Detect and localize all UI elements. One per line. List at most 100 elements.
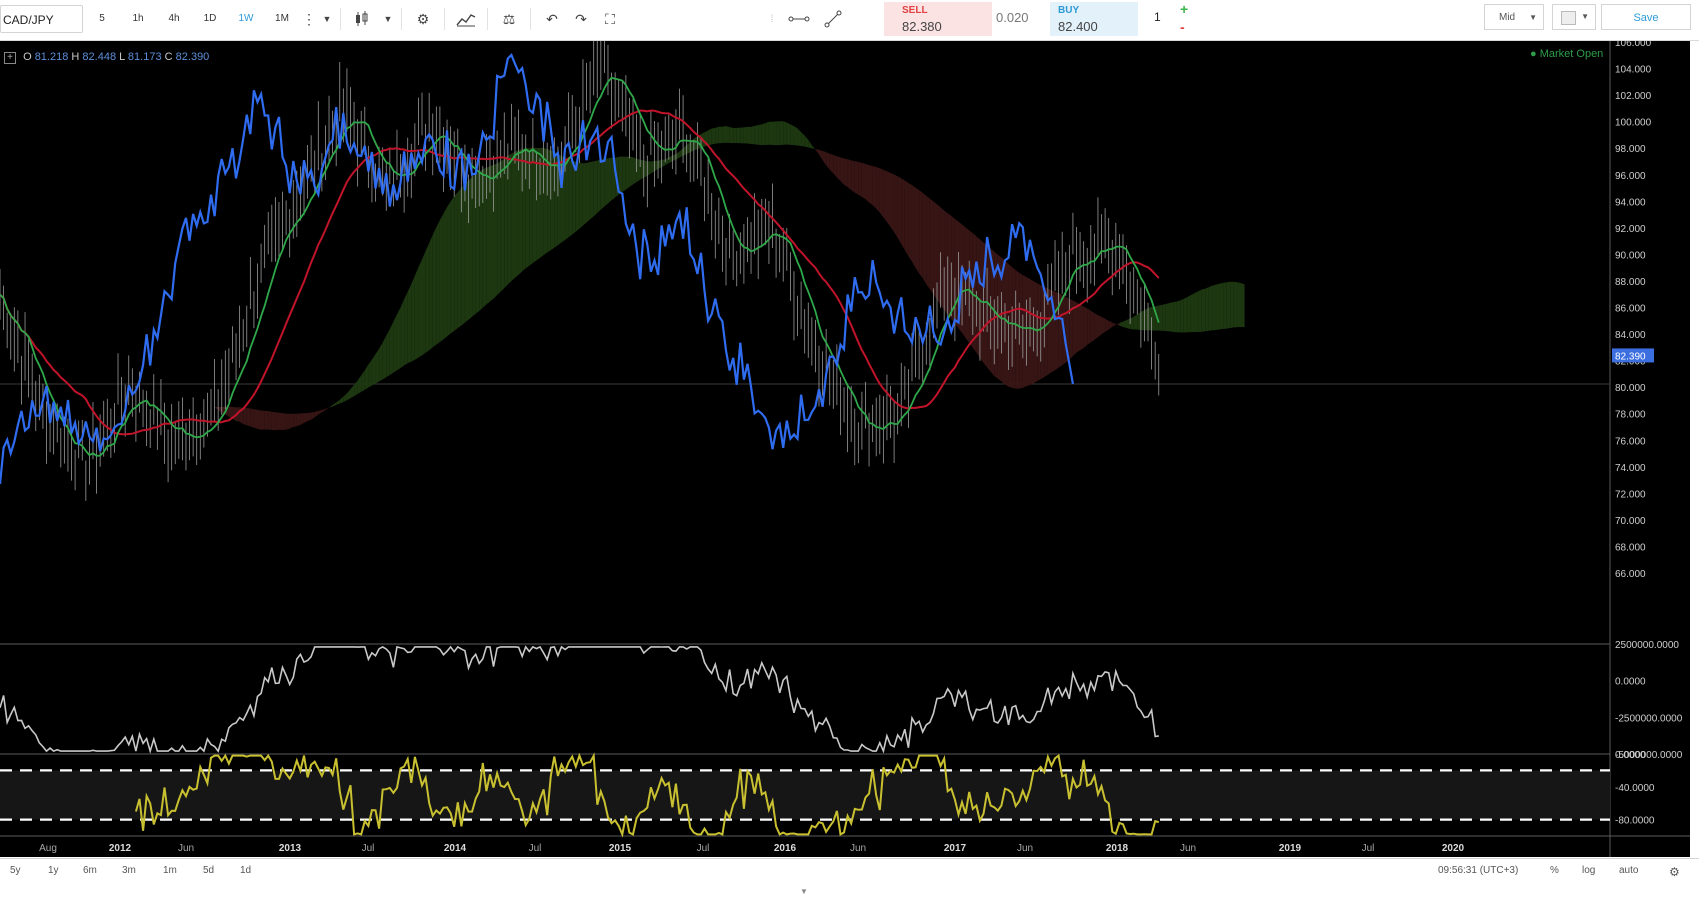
cloud-segment	[966, 227, 970, 342]
range-5d[interactable]: 5d	[203, 865, 214, 876]
price-type-select[interactable]: Mid ▼	[1484, 4, 1544, 30]
cloud-segment	[1034, 281, 1038, 383]
cloud-segment	[826, 152, 830, 169]
horizontal-line-icon[interactable]	[782, 5, 816, 33]
chevron-down-icon[interactable]: ▼	[318, 5, 336, 33]
price-tick-label: 88.000	[1615, 277, 1646, 288]
range-5y[interactable]: 5y	[10, 865, 21, 876]
cloud-segment	[433, 227, 437, 347]
timeframe-1h[interactable]: 1h	[120, 5, 156, 33]
quantity-increase-button[interactable]: +	[1180, 1, 1188, 17]
spread-value: 0.020	[996, 10, 1029, 25]
fullscreen-icon[interactable]: ⛶	[593, 5, 627, 33]
sell-button[interactable]: SELL 82.380	[884, 2, 992, 36]
timeframe-4h[interactable]: 4h	[156, 5, 192, 33]
symbol-selector[interactable]: CAD/JPY	[0, 5, 83, 33]
cloud-segment	[948, 213, 952, 319]
cloud-segment	[901, 178, 905, 250]
cloud-segment	[1016, 270, 1020, 389]
cloud-segment	[1076, 302, 1080, 352]
compare-scale-icon[interactable]: ⚖	[492, 5, 526, 33]
auto-scale-toggle[interactable]: auto	[1619, 865, 1638, 876]
cloud-segment	[161, 391, 165, 393]
cloud-segment	[1191, 293, 1195, 332]
time-tick-label: 2015	[609, 843, 632, 854]
undo-icon[interactable]: ↶	[535, 5, 569, 33]
gear-icon[interactable]: ⚙	[1669, 865, 1680, 879]
price-tick-label: 102.000	[1615, 91, 1652, 102]
save-button[interactable]: Save	[1601, 4, 1691, 30]
range-3m[interactable]: 3m	[122, 865, 136, 876]
cloud-segment	[501, 159, 505, 292]
cloud-segment	[136, 365, 140, 370]
cloud-segment	[215, 407, 219, 410]
log-scale-toggle[interactable]: log	[1582, 865, 1595, 876]
cloud-segment	[318, 410, 322, 415]
timeframe-1d[interactable]: 1D	[192, 5, 228, 33]
cloud-segment	[279, 413, 283, 430]
cloud-segment	[247, 408, 251, 427]
timeframe-1w[interactable]: 1W	[228, 5, 264, 33]
range-6m[interactable]: 6m	[83, 865, 97, 876]
more-icon[interactable]: ⋮	[300, 5, 318, 33]
cloud-segment	[1087, 309, 1091, 345]
redo-icon[interactable]: ↷	[569, 5, 593, 33]
cloud-segment	[1141, 310, 1145, 330]
cloud-segment	[297, 413, 301, 426]
cloud-segment	[440, 214, 444, 342]
range-1d[interactable]: 1d	[240, 865, 251, 876]
cloud-segment	[454, 192, 458, 331]
cloud-segment	[722, 126, 726, 143]
cloud-segment	[329, 405, 333, 408]
timeframe-5[interactable]: 5	[84, 5, 120, 33]
collapse-icon[interactable]: +	[4, 52, 16, 64]
cloud-segment	[379, 342, 383, 381]
cloud-segment	[1148, 307, 1152, 330]
cloud-segment	[898, 176, 902, 244]
gear-icon[interactable]: ⚙	[406, 5, 440, 33]
candles-icon[interactable]	[345, 5, 379, 33]
cloud-segment	[336, 400, 340, 405]
chart-type-dropdown-icon[interactable]: ▼	[379, 5, 397, 33]
cloud-segment	[844, 158, 848, 187]
range-1y[interactable]: 1y	[48, 865, 59, 876]
cloud-segment	[125, 351, 129, 355]
cloud-segment	[1123, 320, 1127, 328]
cloud-segment	[776, 121, 780, 145]
cloud-segment	[680, 148, 684, 157]
cloud-segment	[908, 183, 912, 262]
cloud-segment	[672, 154, 676, 161]
cloud-segment	[526, 148, 530, 268]
cloud-segment	[275, 412, 279, 430]
cloud-segment	[626, 157, 630, 190]
range-1m[interactable]: 1m	[163, 865, 177, 876]
cloud-segment	[730, 127, 734, 143]
percent-scale-toggle[interactable]: %	[1550, 865, 1559, 876]
cloud-segment	[594, 161, 598, 217]
cloud-segment	[479, 169, 483, 311]
quantity-value[interactable]: 1	[1154, 10, 1161, 24]
quantity-decrease-button[interactable]: -	[1180, 19, 1185, 35]
indicators-icon[interactable]	[449, 5, 483, 33]
chart-canvas[interactable]: 106.000104.000102.000100.00098.00096.000…	[0, 41, 1690, 857]
drag-handle-icon[interactable]: ⁞	[762, 5, 782, 33]
cloud-segment	[508, 154, 512, 285]
time-tick-label: Jul	[1362, 843, 1375, 854]
cloud-segment	[676, 151, 680, 159]
cloud-segment	[833, 155, 837, 178]
cloud-segment	[150, 381, 154, 384]
cloud-segment	[175, 401, 179, 402]
color-select[interactable]: ▼	[1552, 4, 1596, 30]
timeframe-1m[interactable]: 1M	[264, 5, 300, 33]
buy-button[interactable]: BUY 82.400	[1050, 2, 1138, 36]
cloud-segment	[519, 149, 523, 275]
cloud-segment	[930, 199, 934, 295]
cloud-segment	[823, 151, 827, 165]
collapse-panel-icon[interactable]: ▼	[800, 887, 808, 896]
cloud-segment	[322, 409, 326, 412]
cloud-segment	[876, 167, 880, 213]
cloud-segment	[840, 157, 844, 184]
cloud-segment	[1119, 322, 1123, 327]
trend-line-icon[interactable]	[816, 5, 850, 33]
oscillator-tick-label: -80.0000	[1615, 816, 1655, 827]
